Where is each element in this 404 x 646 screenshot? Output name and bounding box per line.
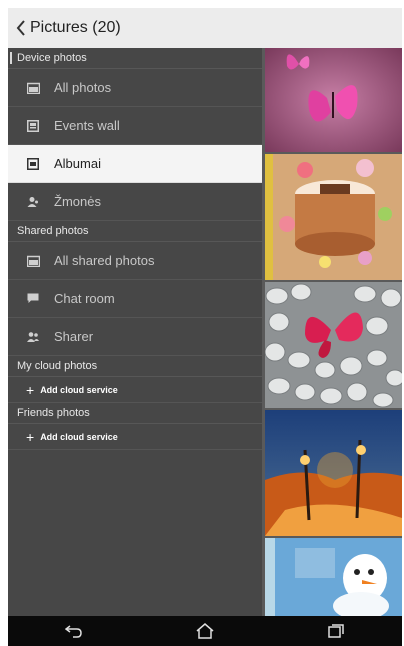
add-cloud-service-label: Add cloud service — [40, 384, 118, 395]
section-label: Shared photos — [17, 225, 89, 237]
birthday-cake-thumbnail[interactable] — [265, 154, 402, 280]
snowman-thumbnail[interactable] — [265, 538, 402, 620]
page-title: Pictures (20) — [30, 19, 121, 36]
drawer-item-label: All photos — [54, 80, 112, 95]
add-friends-cloud-service-button[interactable]: + Add cloud service — [8, 424, 262, 450]
navigation-drawer: Device photos All photos Events wall Alb… — [8, 48, 262, 616]
photo-grid — [262, 48, 402, 620]
shared-photos-icon — [26, 254, 40, 268]
drawer-item-sharer[interactable]: Sharer — [8, 318, 262, 356]
chat-icon — [26, 292, 40, 306]
recents-icon — [328, 624, 345, 638]
drawer-item-all-photos[interactable]: All photos — [8, 69, 262, 107]
drawer-item-zmones[interactable]: Žmonės — [8, 183, 262, 221]
app-frame: Pictures (20) Device photos All photos E… — [8, 8, 402, 646]
drawer-item-events-wall[interactable]: Events wall — [8, 107, 262, 145]
drawer-item-chat-room[interactable]: Chat room — [8, 280, 262, 318]
system-navigation-bar — [8, 616, 402, 646]
drawer-item-all-shared-photos[interactable]: All shared photos — [8, 242, 262, 280]
system-back-button[interactable] — [54, 616, 94, 646]
section-label: My cloud photos — [17, 360, 98, 372]
events-wall-icon — [26, 119, 40, 133]
photos-icon — [26, 81, 40, 95]
drawer-item-label: Albumai — [54, 156, 101, 171]
section-shared-photos: Shared photos — [8, 221, 262, 242]
autumn-park-thumbnail[interactable] — [265, 410, 402, 536]
add-cloud-service-label: Add cloud service — [40, 431, 118, 442]
drawer-item-label: Žmonės — [54, 194, 101, 209]
butterfly-pink-thumbnail[interactable] — [265, 48, 402, 152]
drawer-item-label: All shared photos — [54, 253, 155, 268]
system-recents-button[interactable] — [316, 616, 356, 646]
section-friends-photos: Friends photos — [8, 403, 262, 424]
section-label: Device photos — [17, 52, 87, 64]
section-label: Friends photos — [17, 407, 90, 419]
home-icon — [196, 623, 214, 639]
section-my-cloud-photos: My cloud photos — [8, 356, 262, 377]
top-bar: Pictures (20) — [8, 8, 402, 49]
back-button[interactable] — [12, 8, 30, 48]
plus-icon: + — [26, 381, 35, 398]
drawer-item-label: Events wall — [54, 118, 120, 133]
chevron-left-icon — [16, 20, 25, 36]
drawer-item-albumai[interactable]: Albumai — [8, 145, 262, 183]
drawer-item-label: Sharer — [54, 329, 94, 344]
add-cloud-service-button[interactable]: + Add cloud service — [8, 377, 262, 403]
pebbles-butterfly-thumbnail[interactable] — [264, 282, 402, 408]
plus-icon: + — [26, 428, 35, 445]
back-arrow-icon — [64, 625, 82, 638]
people-icon — [26, 195, 40, 209]
section-device-photos: Device photos — [8, 48, 262, 69]
system-home-button[interactable] — [185, 616, 225, 646]
drawer-item-label: Chat room — [54, 291, 115, 306]
sharer-icon — [26, 330, 40, 344]
album-icon — [26, 157, 40, 171]
